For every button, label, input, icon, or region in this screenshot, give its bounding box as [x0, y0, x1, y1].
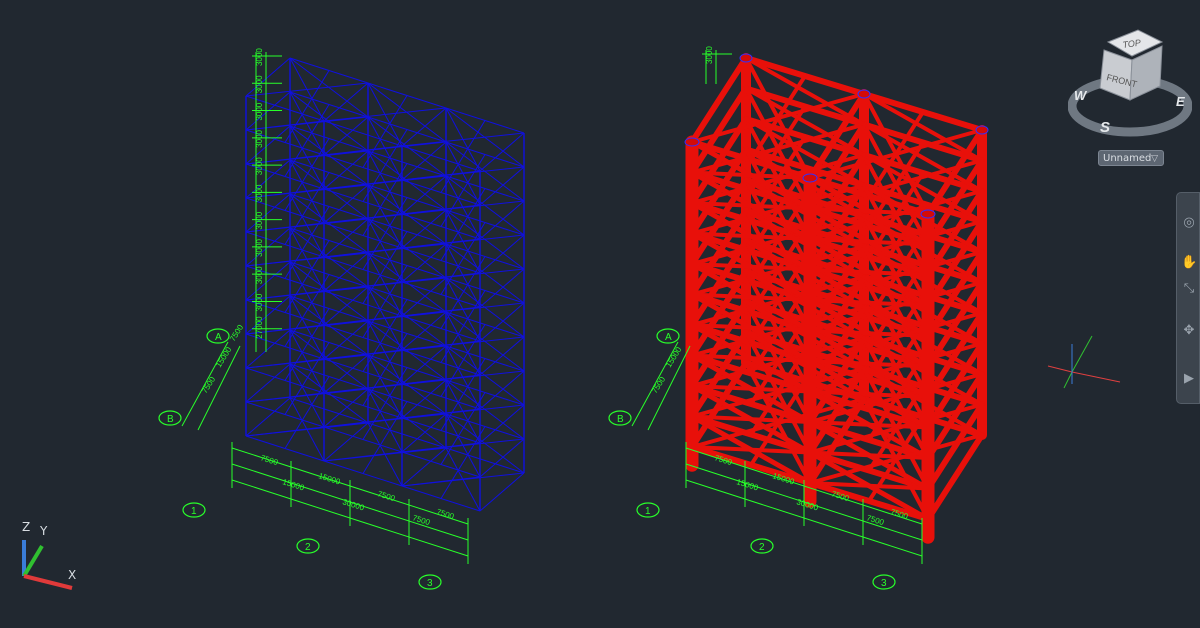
viewcube[interactable]: TOP FRONT W E S [1067, 28, 1193, 140]
height-dimension-text: 3000 [255, 129, 264, 147]
truss-member [289, 159, 369, 220]
truss-member [445, 243, 525, 304]
dimension-text: 15000 [317, 471, 341, 486]
truss-member [289, 295, 369, 356]
truss-member [289, 363, 369, 424]
grid-bubble-b-label: B [167, 414, 174, 425]
truss-member [289, 329, 369, 390]
truss-member [245, 392, 325, 403]
column-cap [857, 89, 871, 99]
truss-member [401, 476, 481, 487]
dimension-text: 7500 [259, 453, 279, 467]
truss-member [289, 261, 369, 322]
truss-member [367, 354, 447, 415]
truss-member [245, 256, 325, 267]
grid-bubble-1-label: 1 [645, 506, 651, 517]
truss-member [289, 125, 369, 186]
grid-bubble-1-label: 1 [191, 506, 197, 517]
view-name-label: Unnamed [1103, 153, 1152, 164]
showmotion-icon[interactable]: ▶ [1181, 371, 1197, 387]
truss-member [367, 116, 447, 177]
ucs-x-label: X [68, 568, 77, 582]
ucs-z-label: Z [22, 520, 31, 534]
height-dimension-text: 3000 [255, 48, 264, 66]
side-dimension-text: 7500 [200, 375, 217, 395]
truss-member [445, 209, 525, 270]
truss-member [367, 184, 447, 245]
truss-member [367, 320, 447, 381]
truss-member [289, 91, 369, 152]
truss-member [245, 426, 325, 437]
height-dimension-text: 3000 [705, 46, 714, 64]
height-dimension-text: 3000 [255, 239, 264, 257]
height-dimension-text: 3000 [255, 102, 264, 120]
dimension-text: 15000 [735, 477, 759, 492]
grid-bubble-2-label: 2 [305, 542, 311, 553]
grid-bubble-a-label: A [665, 332, 672, 343]
truss-member [445, 277, 525, 338]
height-dimension-text: 3000 [255, 266, 264, 284]
grid-bubble-b-label: B [617, 414, 624, 425]
truss-member [445, 107, 525, 168]
truss-member [367, 252, 447, 313]
dimension-text: 7500 [435, 507, 455, 521]
height-dimension-text: 3000 [255, 75, 264, 93]
wireframe-truss-model [245, 57, 525, 512]
truss-member [445, 311, 525, 372]
height-dimension-text: 27000 [255, 316, 264, 339]
chevron-down-icon: ▽ [1151, 154, 1158, 164]
truss-member [367, 82, 447, 143]
grid-bubble-a-label: A [215, 332, 222, 343]
truss-member [245, 120, 325, 131]
truss-member [323, 451, 403, 462]
compass-south: S [1100, 119, 1110, 136]
column-cap [802, 173, 818, 183]
truss-member [367, 388, 447, 449]
crosshair-cursor [1047, 335, 1121, 389]
height-dimension-text: 3000 [255, 184, 264, 202]
grid-bubble-2-label: 2 [759, 542, 765, 553]
side-dimension-text: 7500 [650, 375, 667, 395]
navigation-bar[interactable]: ◎ ✋ ⤡ ✥ ▶ [1176, 192, 1200, 404]
truss-member [445, 413, 525, 474]
height-dimension-text: 3000 [255, 293, 264, 311]
truss-member [445, 379, 525, 440]
truss-member [445, 175, 525, 236]
ucs-icon: Z Y X [14, 518, 86, 590]
grid-bubble-3-label: 3 [427, 578, 433, 589]
compass-east: E [1176, 94, 1185, 109]
model-viewport[interactable]: 7500150007500750015000300007500123AB7500… [0, 0, 1200, 628]
side-dimension-text: 7500 [228, 323, 245, 343]
compass-west: W [1074, 88, 1088, 103]
truss-member [245, 57, 291, 97]
truss-member [479, 472, 525, 512]
column-cap [920, 209, 936, 219]
height-dimension-text: 3000 [255, 157, 264, 175]
truss-member [289, 57, 369, 118]
pan-icon[interactable]: ✋ [1181, 255, 1197, 271]
truss-member [289, 193, 369, 254]
column-cap [739, 53, 753, 63]
truss-member [367, 286, 447, 347]
zoom-icon[interactable]: ⤡ [1181, 281, 1197, 297]
truss-member [445, 345, 525, 406]
ucs-y-label: Y [40, 524, 48, 538]
height-dimension-text: 3000 [255, 211, 264, 229]
column-cap [975, 125, 989, 135]
view-name-dropdown[interactable]: Unnamed ▽ [1098, 150, 1164, 166]
dimension-text: 7500 [376, 489, 396, 503]
steering-wheel-icon[interactable]: ◎ [1181, 215, 1197, 231]
grid-bubble-3-label: 3 [881, 578, 887, 589]
truss-member [445, 141, 525, 202]
truss-member [367, 218, 447, 279]
column-cap [684, 137, 700, 147]
truss-member [367, 150, 447, 211]
dimension-text: 15000 [281, 477, 305, 492]
truss-member [289, 227, 369, 288]
dimension-text: 7500 [713, 453, 733, 467]
orbit-icon[interactable]: ✥ [1181, 323, 1197, 339]
dimension-text: 30000 [341, 497, 365, 512]
truss-member [245, 358, 325, 369]
